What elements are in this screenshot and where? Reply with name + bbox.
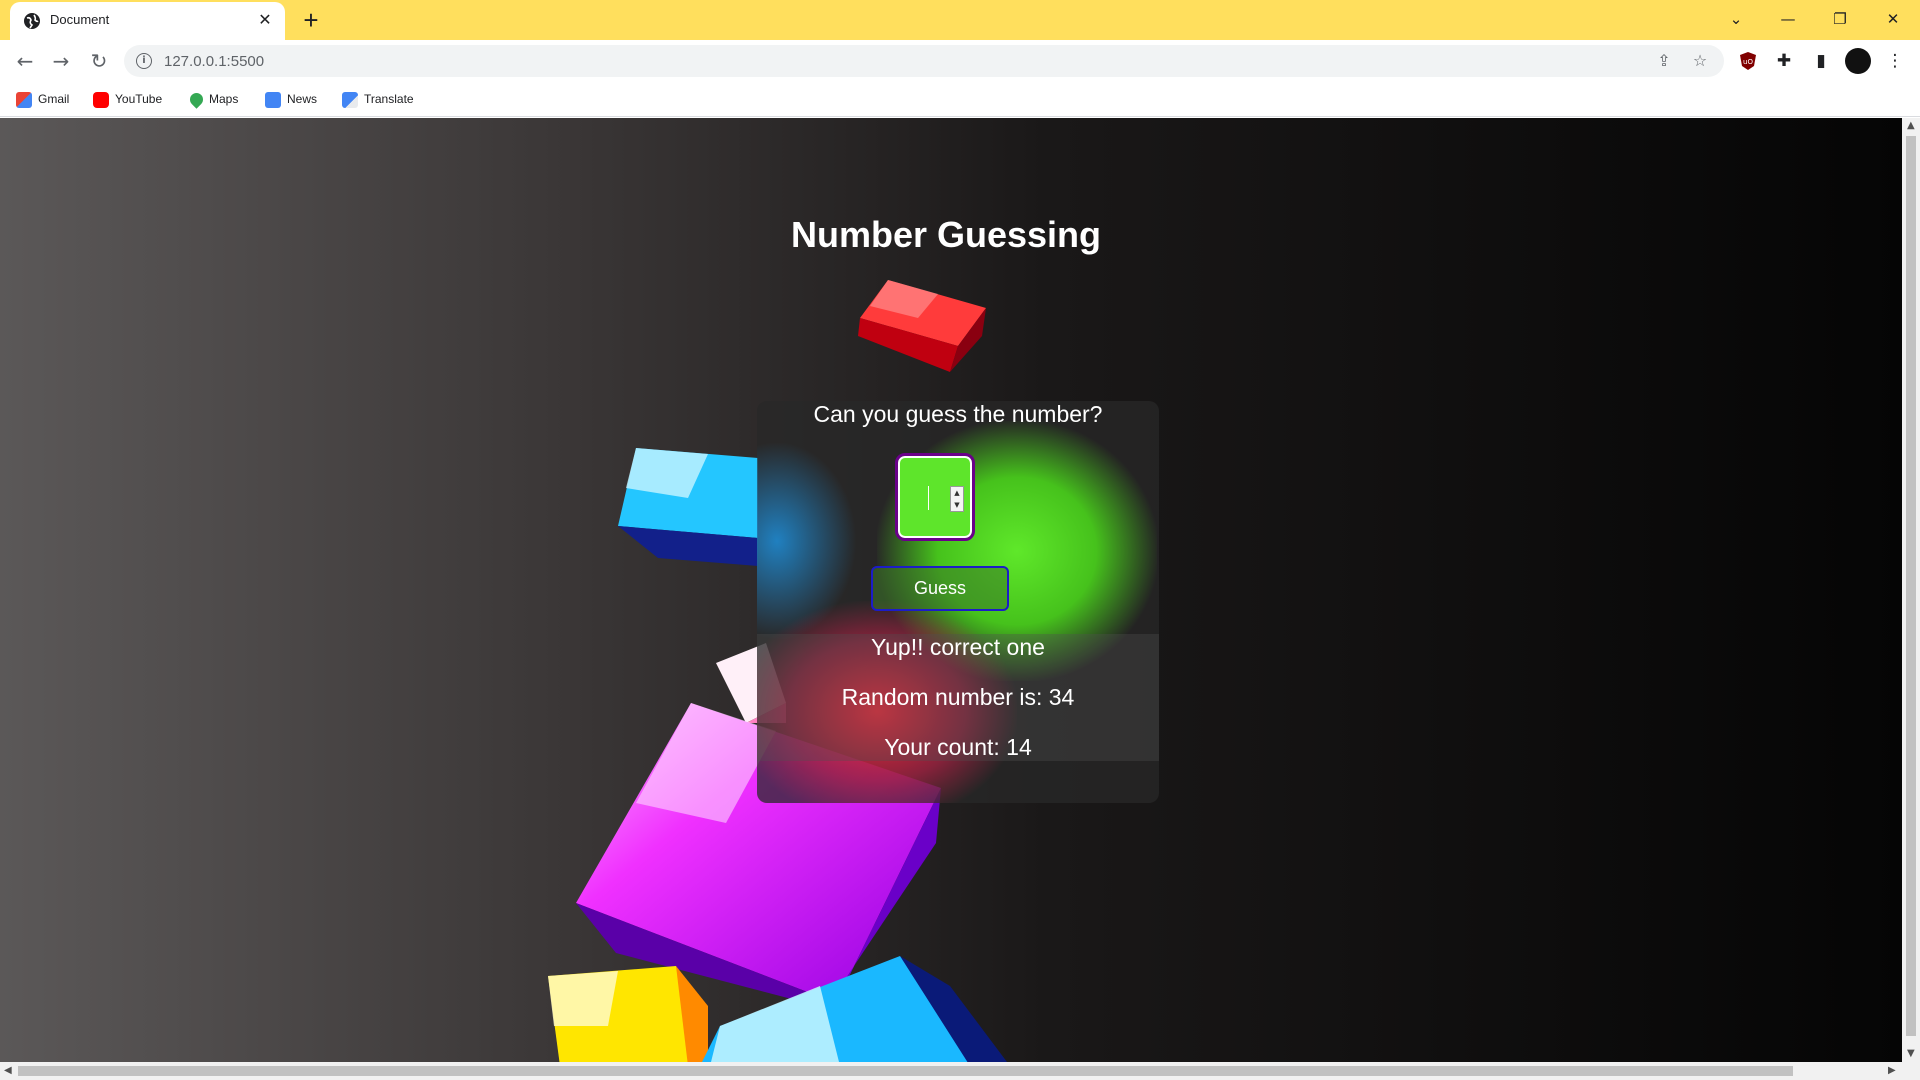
question-heading: Can you guess the number?: [813, 401, 1103, 427]
back-button[interactable]: ←: [12, 48, 38, 74]
minimize-button[interactable]: —: [1768, 4, 1808, 34]
yellow-cube-decoration: [548, 966, 708, 1062]
bookmark-translate[interactable]: Translate: [342, 89, 414, 109]
tab-search-icon[interactable]: ⌄: [1716, 4, 1756, 34]
info-icon[interactable]: i: [136, 53, 152, 69]
scroll-down-icon[interactable]: ▼: [1907, 1048, 1915, 1059]
tab-document[interactable]: Document ✕: [10, 2, 285, 40]
tab-title: Document: [50, 12, 110, 27]
maps-icon: [187, 90, 206, 110]
bookmarks-bar: Gmail YouTube Maps News Translate: [0, 81, 1920, 117]
gmail-icon: [16, 91, 32, 108]
bookmark-maps[interactable]: Maps: [187, 89, 238, 110]
restore-button[interactable]: ❐: [1820, 4, 1860, 34]
bookmark-star-icon[interactable]: ☆: [1690, 51, 1710, 71]
close-tab-icon[interactable]: ✕: [255, 10, 275, 30]
horizontal-scroll-thumb[interactable]: [18, 1066, 1793, 1076]
side-panel-icon[interactable]: ▮: [1808, 48, 1834, 74]
game-card: Can you guess the number? ▲ ▼ Guess Yup!!…: [757, 401, 1159, 803]
red-cube-decoration: [858, 280, 986, 372]
translate-icon: [342, 91, 358, 108]
close-window-button[interactable]: ✕: [1873, 4, 1913, 34]
cyan-cube-decoration: [618, 448, 758, 566]
scroll-up-icon[interactable]: ▲: [1907, 120, 1915, 131]
profile-avatar[interactable]: [1845, 48, 1871, 74]
blue-cube-decoration: [702, 956, 1007, 1062]
browser-window: Document ✕ + ⌄ — ❐ ✕ ← → ↻ i 127.0.0.1:5…: [0, 0, 1920, 1080]
scroll-left-icon[interactable]: ◀: [4, 1065, 12, 1076]
youtube-icon: [93, 91, 109, 108]
result-message: Yup!! correct one: [871, 634, 1045, 660]
address-bar[interactable]: i 127.0.0.1:5500 ⇪ ☆: [124, 45, 1724, 77]
bookmark-youtube[interactable]: YouTube: [93, 89, 162, 109]
page-title: Number Guessing: [790, 214, 1102, 255]
ublock-icon[interactable]: uO: [1735, 48, 1761, 74]
number-spinner[interactable]: ▲ ▼: [950, 486, 964, 512]
globe-icon: [24, 13, 40, 29]
tab-strip: Document ✕ + ⌄ — ❐ ✕: [0, 0, 1920, 40]
scroll-right-icon[interactable]: ▶: [1888, 1065, 1896, 1076]
vertical-scroll-thumb[interactable]: [1906, 136, 1916, 1036]
news-icon: [265, 91, 281, 108]
share-icon[interactable]: ⇪: [1654, 51, 1674, 71]
vertical-scrollbar[interactable]: ▲ ▼: [1902, 118, 1920, 1062]
new-tab-button[interactable]: +: [296, 5, 326, 35]
horizontal-scrollbar[interactable]: ◀ ▶: [0, 1062, 1920, 1080]
toolbar: ← → ↻ i 127.0.0.1:5500 ⇪ ☆ uO ✚ ▮ ⋮: [0, 40, 1920, 81]
extensions-icon[interactable]: ✚: [1771, 48, 1797, 74]
bookmark-news[interactable]: News: [265, 89, 317, 109]
reload-button[interactable]: ↻: [86, 48, 112, 74]
bookmark-gmail[interactable]: Gmail: [16, 89, 69, 109]
forward-button[interactable]: →: [48, 48, 74, 74]
menu-kebab-icon[interactable]: ⋮: [1882, 48, 1908, 74]
guess-button[interactable]: Guess: [871, 566, 1009, 611]
url-text[interactable]: 127.0.0.1:5500: [164, 53, 264, 70]
count-text: Your count: 14: [884, 734, 1032, 760]
page-viewport: Number Guessing Can you guess the number…: [0, 118, 1902, 1062]
guess-number-input[interactable]: ▲ ▼: [895, 453, 975, 541]
random-number-text: Random number is: 34: [841, 684, 1075, 710]
svg-text:uO: uO: [1743, 58, 1753, 66]
